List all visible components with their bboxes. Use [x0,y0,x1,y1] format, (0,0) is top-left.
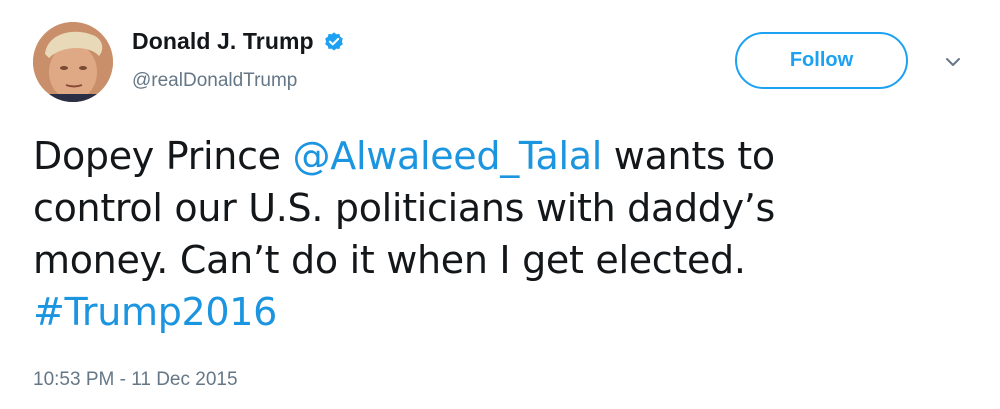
tweet-text: Dopey Prince @Alwaleed_Talal wants to co… [33,130,963,338]
mention-link[interactable]: @Alwaleed_Talal [293,134,603,178]
tweet-timestamp[interactable]: 10:53 PM - 11 Dec 2015 [33,369,238,391]
author-display-name[interactable]: Donald J. Trump [132,28,314,55]
tweet-text-segment: wants to [602,134,775,178]
hashtag-link[interactable]: #Trump2016 [33,286,963,338]
chevron-down-icon[interactable] [942,54,964,70]
tweet-line-1: Dopey Prince @Alwaleed_Talal wants to [33,130,963,182]
tweet-card: Donald J. Trump @realDonaldTrump Follow … [0,0,1000,409]
author-handle[interactable]: @realDonaldTrump [132,70,297,92]
tweet-text-segment: Dopey Prince [33,134,293,178]
verified-badge-icon [323,31,345,53]
author-name-row[interactable]: Donald J. Trump [132,28,345,55]
avatar[interactable] [33,22,113,102]
follow-button[interactable]: Follow [735,32,908,89]
profile-photo-icon [33,22,113,102]
tweet-line-2: control our U.S. politicians with daddy’… [33,186,776,230]
tweet-line-3: money. Can’t do it when I get elected. [33,238,746,282]
